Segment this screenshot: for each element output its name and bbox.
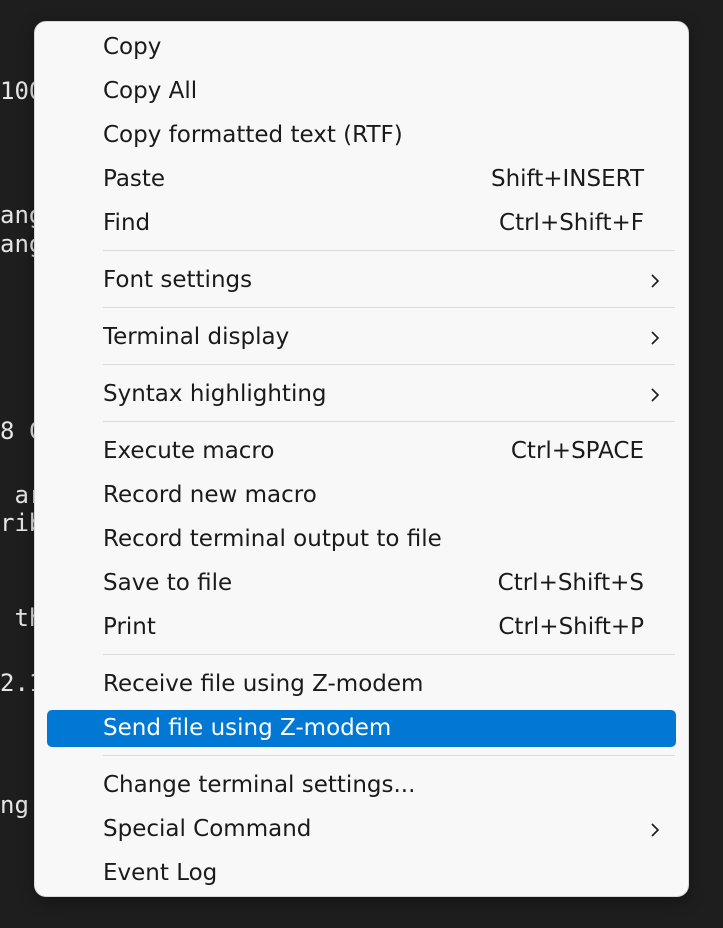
menu-item-execute-macro[interactable]: Execute macro Ctrl+SPACE <box>47 433 676 470</box>
menu-separator <box>103 755 675 756</box>
menu-item-syntax-highlighting[interactable]: Syntax highlighting <box>47 376 676 413</box>
menu-item-label: Receive file using Z-modem <box>103 671 424 697</box>
menu-item-label: Change terminal settings... <box>103 772 416 798</box>
menu-item-copy-all[interactable]: Copy All <box>47 73 676 110</box>
menu-item-find[interactable]: Find Ctrl+Shift+F <box>47 205 676 242</box>
menu-item-shortcut: Ctrl+Shift+F <box>499 210 644 236</box>
menu-item-save-to-file[interactable]: Save to file Ctrl+Shift+S <box>47 565 676 602</box>
menu-item-label: Record new macro <box>103 482 317 508</box>
chevron-right-icon <box>651 388 660 402</box>
menu-item-label: Copy All <box>103 78 198 104</box>
menu-item-label: Event Log <box>103 860 218 886</box>
chevron-right-icon <box>651 274 660 288</box>
menu-item-shortcut: Ctrl+Shift+P <box>498 614 644 640</box>
menu-item-label: Font settings <box>103 267 253 293</box>
menu-separator <box>103 654 675 655</box>
chevron-right-icon <box>651 823 660 837</box>
menu-item-special-command[interactable]: Special Command <box>47 811 676 848</box>
menu-separator <box>103 250 675 251</box>
menu-item-label: Save to file <box>103 570 233 596</box>
menu-separator <box>103 307 675 308</box>
menu-item-record-terminal-output[interactable]: Record terminal output to file <box>47 521 676 558</box>
menu-item-copy-rtf[interactable]: Copy formatted text (RTF) <box>47 117 676 154</box>
menu-item-event-log[interactable]: Event Log <box>47 855 676 892</box>
menu-item-label: Send file using Z-modem <box>103 715 392 741</box>
context-menu: Copy Copy All Copy formatted text (RTF) … <box>34 21 689 897</box>
menu-item-label: Record terminal output to file <box>103 526 442 552</box>
menu-item-change-terminal-settings[interactable]: Change terminal settings... <box>47 767 676 804</box>
menu-item-shortcut: Ctrl+Shift+S <box>497 570 644 596</box>
menu-item-label: Paste <box>103 166 166 192</box>
menu-item-receive-zmodem[interactable]: Receive file using Z-modem <box>47 666 676 703</box>
menu-item-terminal-display[interactable]: Terminal display <box>47 319 676 356</box>
menu-item-shortcut: Ctrl+SPACE <box>510 438 644 464</box>
menu-item-label: Execute macro <box>103 438 275 464</box>
menu-item-copy[interactable]: Copy <box>47 29 676 66</box>
menu-item-label: Print <box>103 614 156 640</box>
chevron-right-icon <box>651 331 660 345</box>
menu-item-shortcut: Shift+INSERT <box>490 166 644 192</box>
menu-item-record-new-macro[interactable]: Record new macro <box>47 477 676 514</box>
menu-item-label: Special Command <box>103 816 312 842</box>
menu-item-send-zmodem[interactable]: Send file using Z-modem <box>47 710 676 747</box>
menu-item-label: Copy formatted text (RTF) <box>103 122 403 148</box>
menu-item-paste[interactable]: Paste Shift+INSERT <box>47 161 676 198</box>
menu-item-label: Find <box>103 210 151 236</box>
menu-item-label: Terminal display <box>103 324 290 350</box>
menu-item-print[interactable]: Print Ctrl+Shift+P <box>47 609 676 646</box>
menu-item-font-settings[interactable]: Font settings <box>47 262 676 299</box>
menu-item-label: Syntax highlighting <box>103 381 327 407</box>
menu-item-label: Copy <box>103 34 162 60</box>
menu-separator <box>103 364 675 365</box>
menu-separator <box>103 421 675 422</box>
